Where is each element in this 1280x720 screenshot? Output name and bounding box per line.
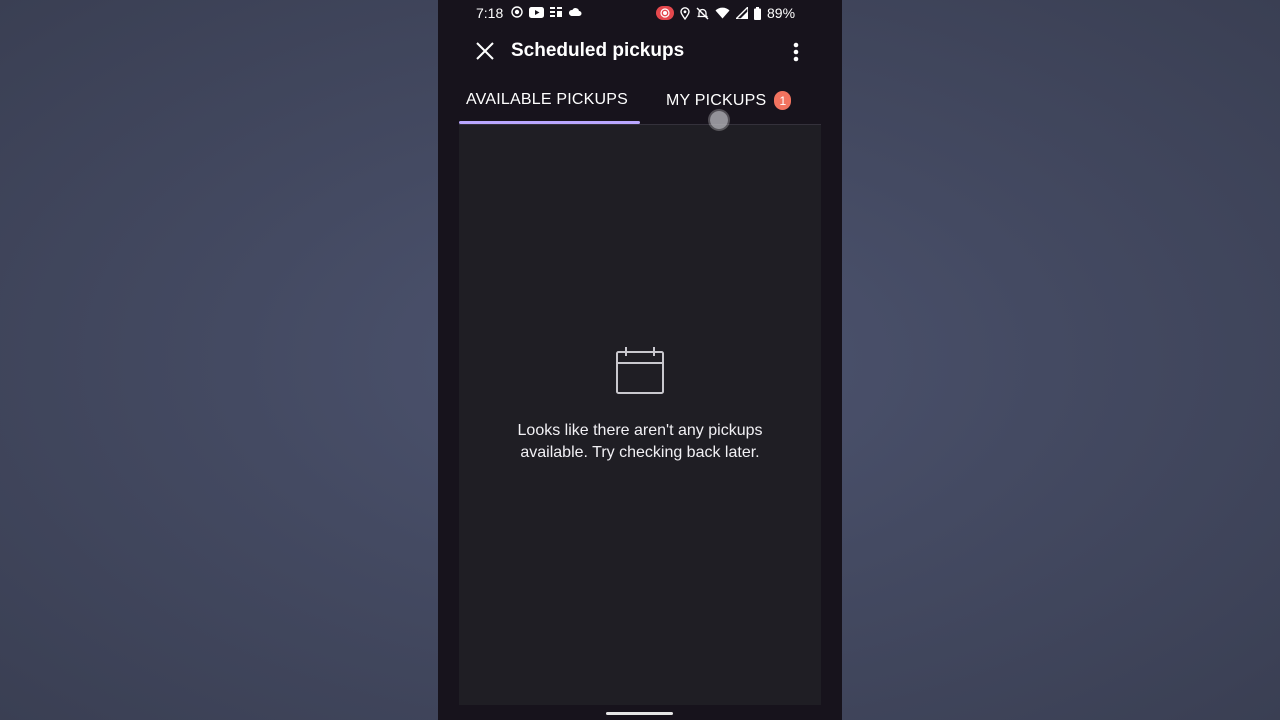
page-title: Scheduled pickups xyxy=(511,40,685,61)
status-bar: 7:18 89% xyxy=(438,0,842,26)
empty-state: Looks like there aren't any pickups avai… xyxy=(459,346,821,464)
home-indicator[interactable] xyxy=(606,712,673,715)
selected-tab-indicator xyxy=(459,121,640,124)
youtube-icon xyxy=(529,6,544,18)
bell-off-icon xyxy=(696,7,709,19)
touch-indicator xyxy=(710,111,728,129)
recording-icon xyxy=(656,6,674,20)
tab-bar: AVAILABLE PICKUPS MY PICKUPS 1 xyxy=(459,78,821,129)
phone-screen: 7:18 89% Scheduled pickups AVAILABLE PIC… xyxy=(438,0,842,720)
battery-percentage: 89% xyxy=(767,5,796,21)
status-time: 7:18 xyxy=(476,5,504,21)
cloud-icon xyxy=(568,8,582,16)
status-left-icons xyxy=(511,6,582,18)
main-content: AVAILABLE PICKUPS MY PICKUPS 1 Looks lik… xyxy=(459,78,821,705)
signal-icon xyxy=(736,7,748,19)
more-vert-icon[interactable] xyxy=(790,40,802,64)
screen-record-icon xyxy=(511,6,523,18)
calendar-icon xyxy=(616,347,664,394)
app-grid-icon xyxy=(550,7,562,17)
tab-my-pickups[interactable]: MY PICKUPS 1 xyxy=(666,91,792,110)
tab-available-pickups[interactable]: AVAILABLE PICKUPS xyxy=(466,91,628,109)
app-toolbar: Scheduled pickups xyxy=(438,28,842,76)
location-icon xyxy=(680,6,690,20)
empty-state-message: Looks like there aren't any pickups avai… xyxy=(517,422,763,461)
close-icon[interactable] xyxy=(474,40,496,62)
my-pickups-count-badge: 1 xyxy=(774,91,792,110)
tab-my-pickups-label: MY PICKUPS xyxy=(666,91,767,109)
battery-icon xyxy=(754,6,761,20)
status-right-icons: 89% xyxy=(656,5,795,21)
wifi-icon xyxy=(715,7,730,19)
